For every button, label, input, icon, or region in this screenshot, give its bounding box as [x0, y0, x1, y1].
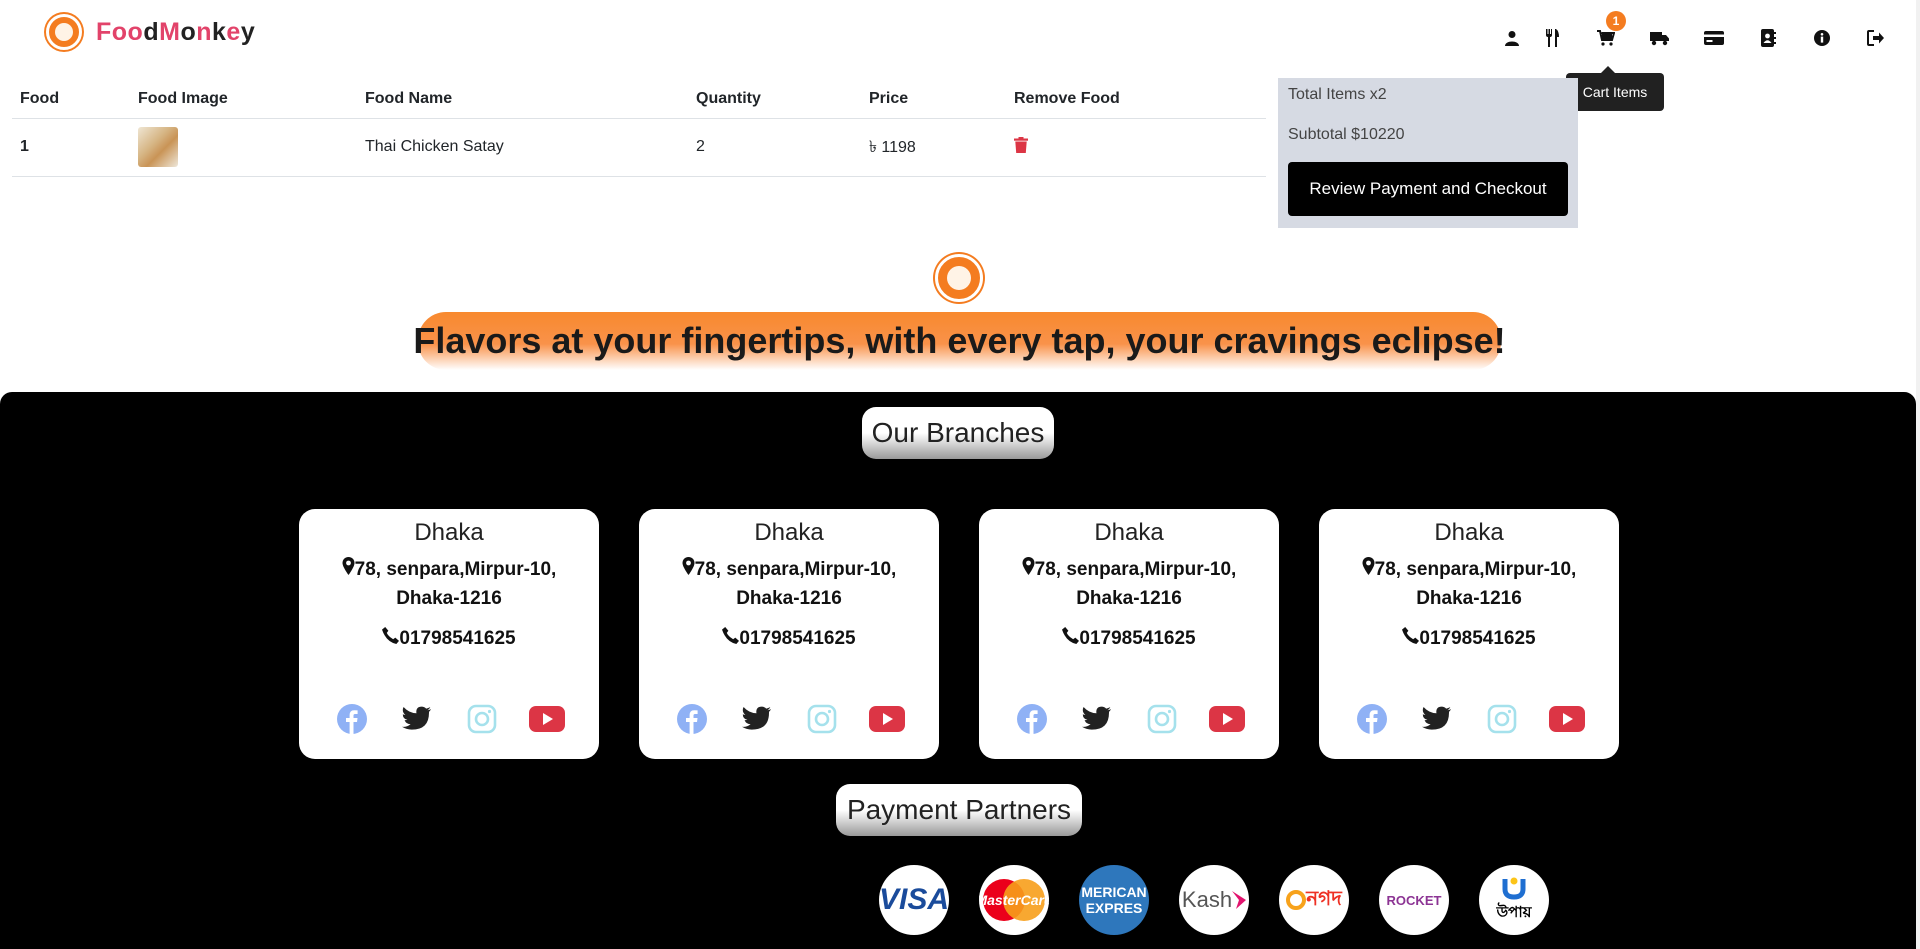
- cart-summary: Total Items x2 Subtotal $10220 Review Pa…: [1278, 78, 1578, 228]
- social-row: [1319, 701, 1619, 737]
- location-pin-icon: [1022, 557, 1035, 575]
- row-index: 1: [12, 118, 130, 177]
- footer: Our Branches Dhaka 78, senpara,Mirpur-10…: [0, 392, 1916, 949]
- social-row: [979, 701, 1279, 737]
- social-row: [299, 701, 599, 737]
- address-book-icon[interactable]: [1756, 26, 1780, 50]
- rocket-logo: ROCKET: [1379, 865, 1449, 935]
- facebook-icon[interactable]: [1354, 701, 1390, 737]
- location-pin-icon: [682, 557, 695, 575]
- scrollbar[interactable]: [1916, 0, 1920, 949]
- remove-food-cell: [1006, 118, 1266, 177]
- branch-address: 78, senpara,Mirpur-10, Dhaka-1216: [1319, 555, 1619, 613]
- phone-icon: [382, 627, 400, 644]
- col-price: Price: [861, 80, 1006, 119]
- phone-icon: [1062, 627, 1080, 644]
- twitter-icon[interactable]: [399, 701, 435, 737]
- branch-address: 78, senpara,Mirpur-10, Dhaka-1216: [979, 555, 1279, 613]
- phone-icon: [722, 627, 740, 644]
- bkash-logo: Kash: [1179, 865, 1249, 935]
- logout-icon[interactable]: [1864, 26, 1888, 50]
- cart-tooltip: Cart Items: [1566, 66, 1664, 111]
- user-icon[interactable]: [1500, 26, 1524, 50]
- branch-city: Dhaka: [414, 519, 484, 546]
- nagad-logo: নগদ: [1279, 865, 1349, 935]
- table-row: 1 Thai Chicken Satay 2 ৳ 1198: [12, 118, 1266, 177]
- cart-icon[interactable]: 1: [1594, 11, 1626, 50]
- branch-phone: 01798541625: [639, 627, 939, 650]
- col-food: Food: [12, 80, 130, 119]
- branches-title: Our Branches: [862, 407, 1054, 459]
- col-remove-food: Remove Food: [1006, 80, 1266, 119]
- top-navbar: FoodMonkey 1: [0, 0, 1920, 70]
- twitter-icon[interactable]: [1419, 701, 1455, 737]
- location-pin-icon: [1362, 557, 1375, 575]
- youtube-icon[interactable]: [868, 701, 905, 737]
- instagram-icon[interactable]: [464, 701, 500, 737]
- branch-phone: 01798541625: [979, 627, 1279, 650]
- youtube-icon[interactable]: [1208, 701, 1245, 737]
- mastercard-logo: MasterCard: [979, 865, 1049, 935]
- food-price: ৳ 1198: [861, 118, 1006, 177]
- brand-name: FoodMonkey: [96, 17, 256, 46]
- facebook-icon[interactable]: [1014, 701, 1050, 737]
- instagram-icon[interactable]: [804, 701, 840, 737]
- info-icon[interactable]: [1810, 26, 1834, 50]
- branch-address: 78, senpara,Mirpur-10, Dhaka-1216: [639, 555, 939, 613]
- credit-card-icon[interactable]: [1702, 26, 1726, 50]
- twitter-icon[interactable]: [739, 701, 775, 737]
- branch-city: Dhaka: [1434, 519, 1504, 546]
- nav-icons: 1: [1500, 11, 1920, 50]
- col-food-image: Food Image: [130, 80, 357, 119]
- upay-logo: উপায়: [1479, 865, 1549, 935]
- food-quantity: 2: [688, 118, 861, 177]
- branch-card: Dhaka 78, senpara,Mirpur-10, Dhaka-1216 …: [299, 509, 599, 759]
- branch-address: 78, senpara,Mirpur-10, Dhaka-1216: [299, 555, 599, 613]
- col-food-name: Food Name: [357, 80, 688, 119]
- branch-phone: 01798541625: [299, 627, 599, 650]
- truck-icon[interactable]: [1648, 26, 1672, 50]
- payment-partners-title: Payment Partners: [836, 784, 1082, 836]
- food-thumbnail: [138, 127, 178, 167]
- twitter-icon[interactable]: [1079, 701, 1115, 737]
- phone-icon: [1402, 627, 1420, 644]
- total-items: Total Items x2: [1288, 86, 1387, 103]
- youtube-icon[interactable]: [1548, 701, 1585, 737]
- youtube-icon[interactable]: [528, 701, 565, 737]
- facebook-icon[interactable]: [674, 701, 710, 737]
- food-name: Thai Chicken Satay: [357, 118, 688, 177]
- brand-logo: [46, 14, 82, 50]
- page: FoodMonkey 1 Cart Items Food Food Image …: [0, 0, 1920, 949]
- location-pin-icon: [342, 557, 355, 575]
- branch-card: Dhaka 78, senpara,Mirpur-10, Dhaka-1216 …: [979, 509, 1279, 759]
- review-payment-checkout-button[interactable]: Review Payment and Checkout: [1288, 162, 1568, 216]
- instagram-icon[interactable]: [1144, 701, 1180, 737]
- branch-city: Dhaka: [754, 519, 824, 546]
- visa-logo: VISA: [879, 865, 949, 935]
- hero-tagline: Flavors at your fingertips, with every t…: [413, 312, 1506, 370]
- cart-table-header: Food Food Image Food Name Quantity Price…: [12, 80, 1266, 119]
- trash-icon[interactable]: [1014, 136, 1028, 158]
- cart-table: Food Food Image Food Name Quantity Price…: [12, 80, 1266, 177]
- brand[interactable]: FoodMonkey: [46, 14, 255, 50]
- instagram-icon[interactable]: [1484, 701, 1520, 737]
- cart-badge: 1: [1606, 11, 1626, 31]
- subtotal: Subtotal $10220: [1288, 126, 1405, 143]
- branch-city: Dhaka: [1094, 519, 1164, 546]
- branch-card: Dhaka 78, senpara,Mirpur-10, Dhaka-1216 …: [1319, 509, 1619, 759]
- utensils-icon[interactable]: [1540, 26, 1564, 50]
- food-image-cell: [130, 118, 357, 177]
- american-express-logo: MERICAN EXPRES: [1079, 865, 1149, 935]
- social-row: [639, 701, 939, 737]
- col-quantity: Quantity: [688, 80, 861, 119]
- branch-card: Dhaka 78, senpara,Mirpur-10, Dhaka-1216 …: [639, 509, 939, 759]
- facebook-icon[interactable]: [334, 701, 370, 737]
- hero-logo: [935, 254, 983, 302]
- payment-logos: VISA MasterCard MERICAN EXPRES Kash নগদ …: [879, 865, 1549, 935]
- branch-phone: 01798541625: [1319, 627, 1619, 650]
